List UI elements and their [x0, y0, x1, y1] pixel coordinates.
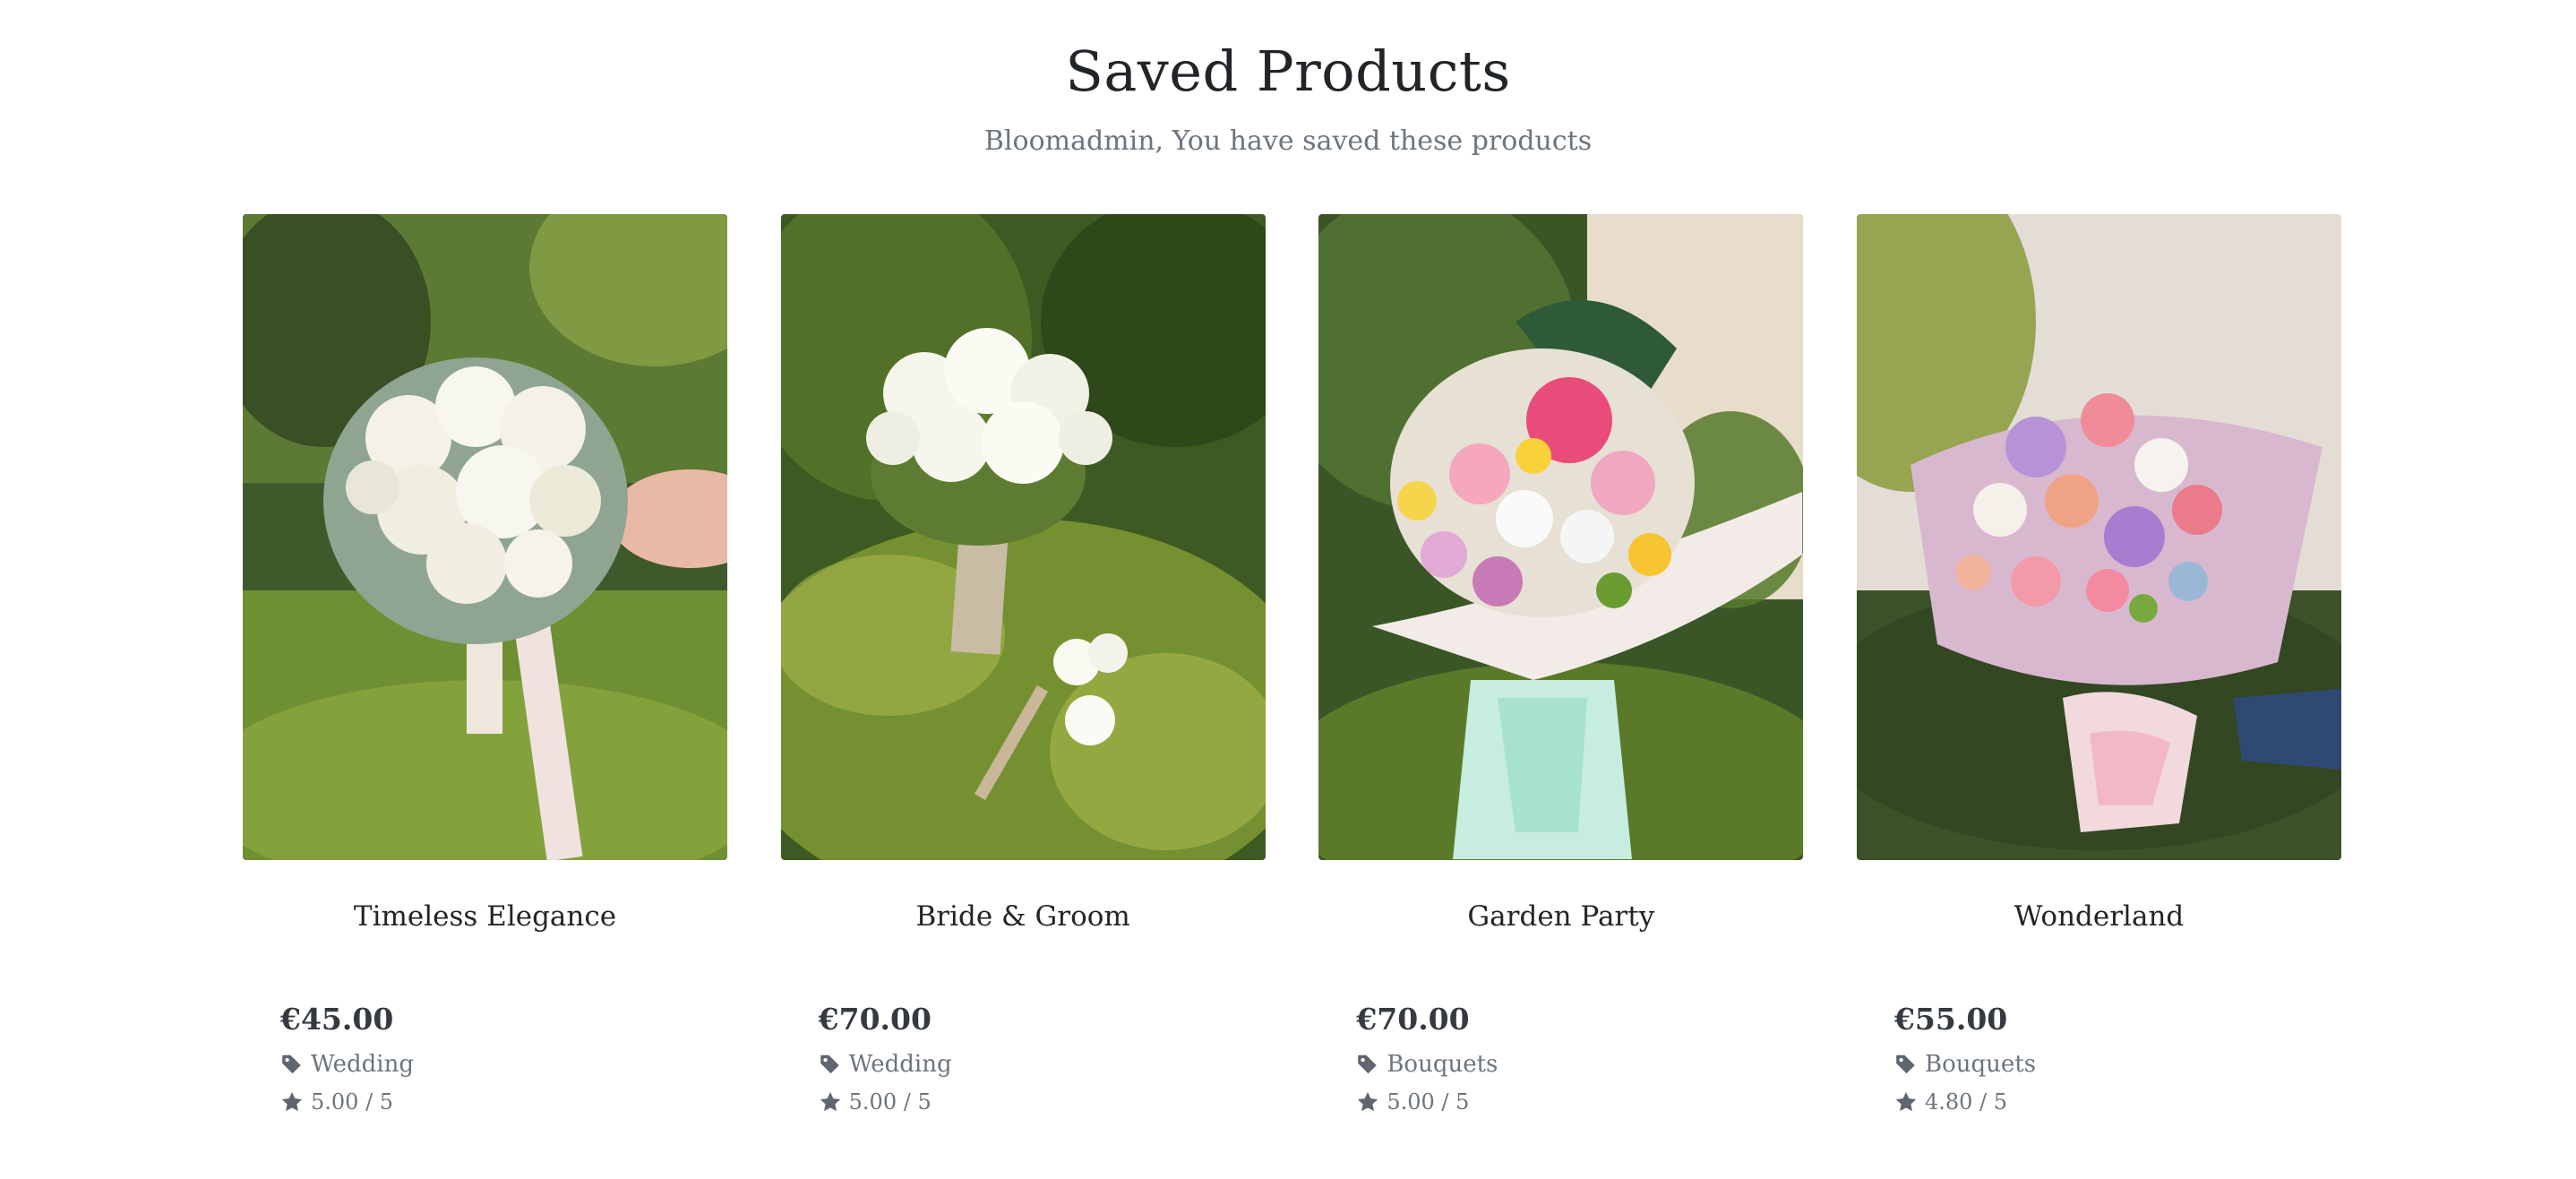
product-name[interactable]: Bride & Groom	[781, 899, 1266, 934]
product-image[interactable]	[243, 214, 727, 860]
rating-label: 4.80 / 5	[1924, 1089, 2008, 1114]
category-label: Wedding	[848, 1051, 952, 1078]
product-category: Bouquets	[1894, 1048, 2341, 1080]
star-icon	[280, 1090, 304, 1114]
product-name[interactable]: Garden Party	[1318, 899, 1803, 934]
product-price: €70.00	[818, 1002, 932, 1037]
product-price: €45.00	[280, 1002, 394, 1037]
product-card[interactable]: Timeless Elegance €45.00 Wedding 5.00 / …	[243, 214, 727, 1118]
product-name[interactable]: Timeless Elegance	[243, 899, 727, 934]
product-image[interactable]	[780, 214, 1266, 860]
product-info: €70.00 Wedding 5.00 / 5	[781, 1000, 1266, 1118]
product-rating: 4.80 / 5	[1894, 1086, 2341, 1118]
product-price: €55.00	[1893, 1002, 2008, 1037]
page-title: Saved Products	[1065, 39, 1511, 104]
star-icon	[1894, 1090, 1918, 1114]
rating-label: 5.00 / 5	[311, 1089, 394, 1114]
product-rating: 5.00 / 5	[1356, 1086, 1803, 1118]
product-image[interactable]	[1318, 214, 1804, 860]
rating-label: 5.00 / 5	[848, 1089, 932, 1114]
product-info: €45.00 Wedding 5.00 / 5	[243, 1000, 727, 1118]
page-subtitle: Bloomadmin, You have saved these product…	[983, 125, 1593, 157]
saved-products-page: Saved Products Bloomadmin, You have save…	[0, 0, 2576, 1179]
product-card[interactable]: Wonderland €55.00 Bouquets 4.80 / 5	[1856, 214, 2341, 1118]
product-info: €70.00 Bouquets 5.00 / 5	[1318, 1000, 1803, 1118]
category-label: Bouquets	[1387, 1051, 1498, 1078]
product-info: €55.00 Bouquets 4.80 / 5	[1857, 1000, 2341, 1118]
product-card[interactable]: Bride & Groom €70.00 Wedding 5.00 / 5	[780, 214, 1266, 1118]
product-category: Wedding	[280, 1048, 727, 1080]
product-category: Bouquets	[1356, 1048, 1803, 1080]
product-card[interactable]: Garden Party €70.00 Bouquets 5.00 / 5	[1318, 214, 1804, 1118]
tag-icon	[1894, 1053, 1918, 1076]
tag-icon	[1356, 1053, 1379, 1076]
category-label: Bouquets	[1924, 1051, 2037, 1078]
star-icon	[819, 1090, 842, 1114]
product-name[interactable]: Wonderland	[1857, 899, 2341, 934]
category-label: Wedding	[311, 1051, 414, 1078]
rating-label: 5.00 / 5	[1387, 1089, 1470, 1114]
tag-icon	[819, 1053, 842, 1076]
product-category: Wedding	[819, 1048, 1266, 1080]
product-image[interactable]	[1856, 214, 2341, 860]
product-grid: Timeless Elegance €45.00 Wedding 5.00 / …	[243, 214, 2341, 1118]
product-price: €70.00	[1356, 1002, 1470, 1037]
product-rating: 5.00 / 5	[280, 1086, 727, 1118]
tag-icon	[280, 1053, 304, 1076]
product-rating: 5.00 / 5	[819, 1086, 1266, 1118]
page-header: Saved Products Bloomadmin, You have save…	[0, 0, 2576, 159]
star-icon	[1356, 1090, 1379, 1114]
